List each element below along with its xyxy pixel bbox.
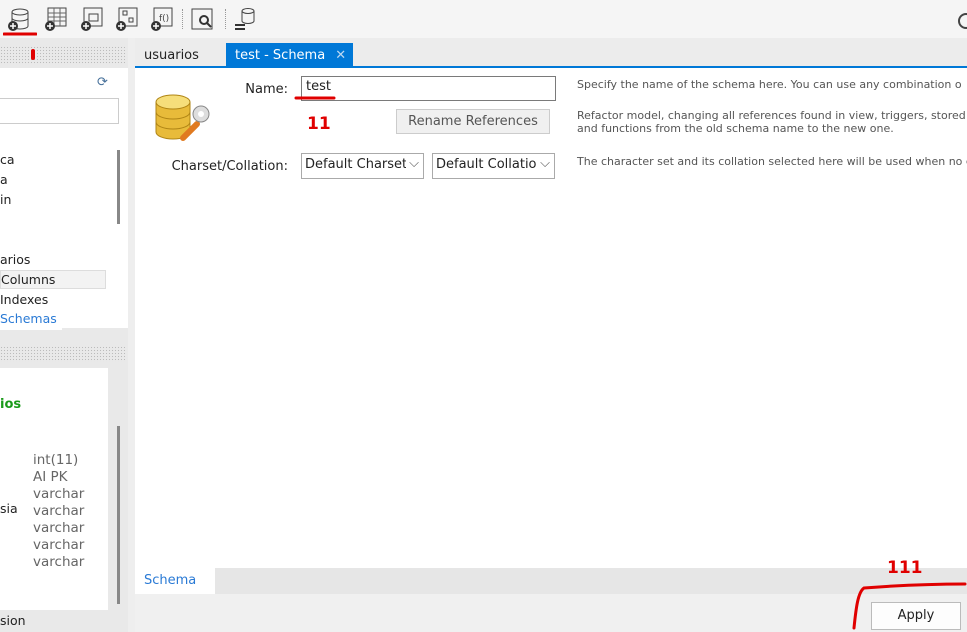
column-type: varchar xyxy=(33,503,85,519)
chevron-down-icon: ⌵ xyxy=(537,156,550,171)
collation-value: Default Collation xyxy=(436,157,545,172)
tab-test-schema[interactable]: test - Schema ✕ xyxy=(226,43,354,68)
chevron-down-icon: ⌵ xyxy=(406,156,419,171)
charset-value: Default Charset xyxy=(305,157,408,172)
inspector-icon[interactable] xyxy=(189,5,217,33)
column-type: AI PK xyxy=(33,469,68,485)
name-value: test xyxy=(306,79,331,94)
left-sidebar: ⟳ ca a in arios Columns Indexes Schemas … xyxy=(0,38,128,632)
new-function-icon[interactable]: f() xyxy=(147,5,175,33)
toolbar-separator xyxy=(182,9,183,29)
action-bar: Apply xyxy=(135,594,967,632)
schema-tree-panel: ⟳ ca a in arios Columns Indexes xyxy=(0,68,128,328)
tab-bar: usuarios test - Schema ✕ xyxy=(135,38,967,68)
tab-underline xyxy=(135,66,967,68)
new-table-icon[interactable] xyxy=(41,5,69,33)
editor-area: usuarios test - Schema ✕ Name: test 11 Re… xyxy=(135,38,967,632)
help-refactor: Refactor model, changing all references … xyxy=(577,109,967,122)
settings-icon[interactable] xyxy=(950,5,967,33)
column-type: varchar xyxy=(33,554,85,570)
tab-label: usuarios xyxy=(144,48,199,63)
annotation-underline xyxy=(294,96,336,100)
annotation-mark: 111 xyxy=(887,558,923,578)
new-view-icon[interactable] xyxy=(77,5,105,33)
close-icon[interactable]: ✕ xyxy=(335,43,346,68)
tree-item-selected[interactable]: Columns xyxy=(0,270,106,289)
button-label: Rename References xyxy=(408,114,538,129)
tree-item[interactable]: ca xyxy=(0,152,15,167)
new-schema-icon[interactable] xyxy=(4,5,32,33)
session-tab[interactable]: sion xyxy=(0,613,26,628)
schema-name-input[interactable]: test xyxy=(301,76,556,101)
schema-filter-input[interactable] xyxy=(0,98,119,124)
toolbar: f() xyxy=(0,0,967,38)
tree-item-label: Columns xyxy=(1,272,56,287)
column-types: int(11) AI PK varchar varchar varchar va… xyxy=(33,452,84,571)
column-type: varchar xyxy=(33,486,85,502)
tab-label: Schema xyxy=(144,573,197,588)
schemas-tab-label: Schemas xyxy=(0,311,57,326)
help-refactor: and functions from the old schema name t… xyxy=(577,122,894,135)
annotation-mark xyxy=(31,49,35,60)
info-column: sia xyxy=(0,501,18,516)
annotation-underline xyxy=(3,32,37,36)
column-type: varchar xyxy=(33,520,85,536)
tree-item[interactable]: a xyxy=(0,172,8,187)
toolbar-separator xyxy=(225,9,226,29)
schema-icon xyxy=(155,94,210,141)
tree-item[interactable]: in xyxy=(0,192,11,207)
refresh-icon[interactable]: ⟳ xyxy=(97,75,108,90)
annotation-stroke xyxy=(852,582,967,630)
help-charset: The character set and its collation sele… xyxy=(577,155,967,168)
rename-references-button[interactable]: Rename References xyxy=(396,109,550,134)
tree-item[interactable]: Indexes xyxy=(0,292,48,307)
new-routine-icon[interactable] xyxy=(112,5,140,33)
bottom-tab-bar: Schema xyxy=(135,568,967,594)
sync-db-icon[interactable] xyxy=(232,5,260,33)
svg-text:f(): f() xyxy=(159,14,169,24)
tab-schema[interactable]: Schema xyxy=(135,568,215,594)
tab-label: test - Schema xyxy=(235,48,326,63)
column-type: varchar xyxy=(33,537,85,553)
scrollbar[interactable] xyxy=(117,426,120,604)
object-info-panel: ios sia int(11) AI PK varchar varchar va… xyxy=(0,368,108,610)
info-header xyxy=(0,346,125,362)
charset-label: Charset/Collation: xyxy=(171,159,288,174)
tab-usuarios[interactable]: usuarios xyxy=(135,43,208,68)
help-name: Specify the name of the schema here. You… xyxy=(577,78,962,91)
scrollbar[interactable] xyxy=(117,150,120,224)
column-type: int(11) xyxy=(33,452,79,468)
tree-item[interactable]: arios xyxy=(0,252,30,267)
navigator-header xyxy=(0,46,125,64)
schemas-tab[interactable]: Schemas xyxy=(0,308,62,330)
charset-select[interactable]: Default Charset ⌵ xyxy=(301,153,424,179)
collation-select[interactable]: Default Collation ⌵ xyxy=(432,153,555,179)
info-title: ios xyxy=(0,397,22,412)
annotation-mark: 11 xyxy=(307,114,331,134)
name-label: Name: xyxy=(245,82,288,97)
